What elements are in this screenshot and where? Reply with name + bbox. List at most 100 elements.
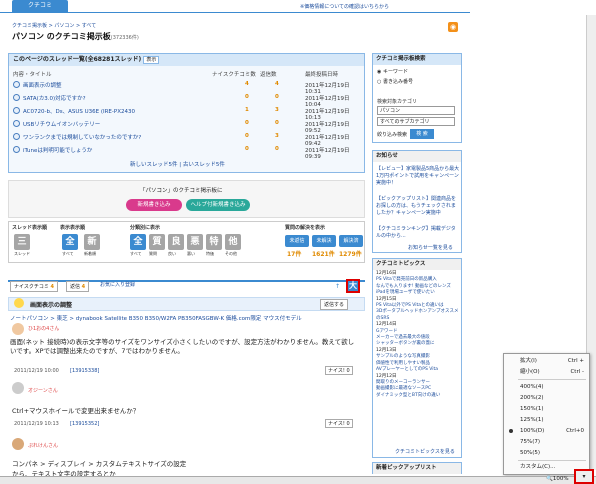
avatar bbox=[12, 438, 24, 450]
topic-item[interactable]: 3DポータブルヘッドホンアンプオススメのSRS bbox=[376, 309, 460, 322]
filter-heading-solved: 質問の解決を表示 bbox=[285, 225, 326, 231]
col-title: 内容・タイトル bbox=[13, 72, 52, 78]
filter-heading-sort: スレッド表示順 bbox=[12, 225, 48, 231]
cat-good-button[interactable]: 良良い bbox=[168, 234, 184, 258]
tab-underline bbox=[0, 12, 470, 13]
post-user[interactable]: ひ1おの4さん bbox=[28, 325, 59, 332]
post-title: 画面表示の調整 bbox=[30, 302, 73, 309]
filter-heading-view: 表示表示順 bbox=[60, 225, 86, 231]
thread-row[interactable]: SATA(カ3.0)対応ですか? 0 0 2011年12月19日 10:04 bbox=[13, 93, 363, 108]
col-date: 最終投稿日時 bbox=[305, 72, 339, 78]
tab-nice[interactable]: ナイスクチコミ 4 bbox=[10, 281, 58, 292]
view-tabs bbox=[8, 268, 365, 282]
cat-all-button[interactable]: 全すべて bbox=[130, 234, 146, 258]
post-id[interactable]: [13915338] bbox=[70, 368, 99, 374]
menu-item-zoom-in[interactable]: 拡大(I) Ctrl + bbox=[520, 356, 588, 367]
menu-item-zoom-out[interactable]: 縮小(O) Ctrl - bbox=[520, 367, 588, 378]
breadcrumb[interactable]: クチコミ掲示板 > パソコン > すべて bbox=[12, 22, 96, 29]
cat-question-button[interactable]: 質質問 bbox=[149, 234, 165, 258]
thread-row[interactable]: iTuneは判明可能でしょうか 0 0 2011年12月19日 09:39 bbox=[13, 145, 363, 160]
thread-row[interactable]: 画面表示の調整 4 4 2011年12月19日 10:31 bbox=[13, 80, 363, 95]
menu-item-75[interactable]: 75%(7) bbox=[520, 437, 588, 448]
menu-divider bbox=[518, 379, 586, 380]
post-date: 2011/12/19 10:13 bbox=[14, 421, 59, 427]
subcategory-select[interactable]: すべてのサブカテゴリ bbox=[377, 117, 455, 126]
cta-text: 「パソコン」のクチコミ掲示板に bbox=[140, 188, 223, 194]
menu-item-125[interactable]: 125%(1) bbox=[520, 415, 588, 426]
post-user[interactable]: ぷれけんさん bbox=[28, 442, 58, 449]
product-path[interactable]: ノートパソコン > 東芝 > dynabook Satellite B350 B… bbox=[10, 314, 364, 322]
filter-heading-category: 分類別に表示 bbox=[130, 225, 161, 231]
unreplied-button[interactable]: 未返信 17件 bbox=[285, 235, 311, 259]
tab-kuchikomi[interactable]: クチコミ bbox=[12, 0, 68, 12]
tab-reply[interactable]: 返信 4 bbox=[66, 281, 90, 292]
topic-item[interactable]: ダイナミック型とBT向けの違い bbox=[376, 393, 460, 399]
thread-row[interactable]: ワンランクまでは規制していなかったのですか? 0 3 2011年12月19日 09:4… bbox=[13, 132, 363, 147]
view-new-button[interactable]: 新新着順 bbox=[84, 234, 100, 258]
news-item[interactable]: 【ピックアップリスト】関連商品をお探しの方は、もうチェックされましたか？キャンペ… bbox=[376, 196, 460, 217]
zoom-dropdown-button[interactable]: ▾ bbox=[574, 469, 594, 484]
nice-button[interactable]: ナイス! 0 bbox=[325, 366, 353, 375]
thread-pager[interactable]: 新しいスレッド5件 | 古いスレッド5件 bbox=[130, 160, 225, 168]
thread-row[interactable]: AC0720-b、Ds、ASUS U36E (IRE-PX2430 1 3 2011年… bbox=[13, 106, 363, 121]
unsolved-button[interactable]: 未解決 1621件 bbox=[312, 235, 338, 259]
menu-divider bbox=[518, 460, 586, 461]
post-user[interactable]: オジーンさん bbox=[28, 387, 58, 394]
question-icon bbox=[14, 298, 24, 308]
status-bar bbox=[0, 476, 596, 484]
cat-bad-button[interactable]: 悪悪い bbox=[187, 234, 203, 258]
sort-thread-button[interactable]: 三スレッド bbox=[14, 234, 30, 258]
view-all-button[interactable]: 全すべて bbox=[62, 234, 78, 258]
news-item[interactable]: 【クチコミランキング】掲載デジタルの中から... bbox=[376, 226, 460, 240]
rss-icon[interactable]: ◉ bbox=[448, 22, 458, 32]
solved-button[interactable]: 解決済 1279件 bbox=[339, 235, 365, 259]
search-word-label: 絞り込み検索 bbox=[377, 132, 408, 138]
radio-keyword[interactable]: ◉ キーワード bbox=[377, 68, 408, 75]
cat-other-button[interactable]: 他その他 bbox=[225, 234, 241, 258]
thread-icon bbox=[13, 146, 20, 153]
up-arrow-icon[interactable]: ↑ bbox=[335, 283, 340, 290]
news-more-link[interactable]: お知らせ一覧を見る bbox=[408, 244, 453, 251]
search-button[interactable]: 検 索 bbox=[410, 129, 434, 139]
news-item[interactable]: 【レビュー】家電製品5商品から最大1万円ポイントで試用をキャンペーン実施中！ bbox=[376, 166, 460, 187]
topics-list: 12月16日 PS Vitaで発売前日の新品購入 なんでも入ります! 動画などのレン… bbox=[376, 271, 460, 399]
col-nice: ナイスクチコミ数 bbox=[212, 72, 256, 78]
post-body: Ctrl+マウスホイールで変更出来ませんか？ bbox=[12, 407, 140, 415]
zoom-menu: 拡大(I) Ctrl + 縮小(O) Ctrl - 400%(4) 200%(2) … bbox=[503, 353, 590, 475]
avatar bbox=[12, 382, 24, 394]
selected-dot-icon bbox=[509, 429, 513, 433]
menu-item-50[interactable]: 50%(5) bbox=[520, 448, 588, 459]
nice-button[interactable]: ナイス! 0 bbox=[325, 419, 353, 428]
category-select[interactable]: パソコン bbox=[377, 106, 455, 115]
thread-icon bbox=[13, 94, 20, 101]
reply-button[interactable]: 返信する bbox=[320, 299, 349, 310]
menu-item-150[interactable]: 150%(1) bbox=[520, 404, 588, 415]
avatar bbox=[12, 323, 24, 335]
thread-list-heading: このページのスレッド一覧(全68281スレッド) 表示 bbox=[9, 54, 364, 66]
thread-icon bbox=[13, 107, 20, 114]
thread-icon bbox=[13, 120, 20, 127]
topics-more-link[interactable]: クチコミトピックスを見る bbox=[395, 448, 455, 455]
menu-item-100[interactable]: 100%(D) Ctrl+0 bbox=[520, 426, 588, 437]
new-post-button[interactable]: 新規書き込み bbox=[126, 199, 182, 211]
text-size-large-button[interactable]: 大 bbox=[346, 279, 360, 293]
favorite-link[interactable]: お気に入り登録 bbox=[100, 281, 135, 288]
zoom-level[interactable]: 🔍100% bbox=[546, 476, 569, 482]
menu-item-200[interactable]: 200%(2) bbox=[520, 393, 588, 404]
radio-writer[interactable]: ○ 書き込み番号 bbox=[377, 78, 413, 85]
thread-icon bbox=[13, 133, 20, 140]
notice-link[interactable]: ※価格情報についての確認はいちらから bbox=[300, 3, 389, 10]
help-post-button[interactable]: ヘルプ付新規書き込み bbox=[186, 199, 250, 211]
menu-item-400[interactable]: 400%(4) bbox=[520, 382, 588, 393]
page-title: パソコン のクチコミ掲示板(372336件) bbox=[12, 32, 139, 41]
toggle-button[interactable]: 表示 bbox=[143, 56, 160, 64]
post-id[interactable]: [13915352] bbox=[70, 421, 99, 427]
thread-row[interactable]: USBリチウムイオンバッテリー 0 0 2011年12月19日 09:52 bbox=[13, 119, 363, 134]
thread-icon bbox=[13, 81, 20, 88]
post-date: 2011/12/19 10:00 bbox=[14, 368, 59, 374]
sidebar-pickup: 新着ピックアップリスト bbox=[372, 462, 462, 474]
post-body: 画面(ネット 接続時)の表示文字等のサイズをワンサイズ小さくしたいのですが、設定… bbox=[10, 338, 355, 355]
cat-deal-button[interactable]: 特特価 bbox=[206, 234, 222, 258]
col-reply: 返信数 bbox=[260, 72, 277, 78]
post-body: コンパネ > ディスプレイ > カスタムテキストサイズの設定 bbox=[12, 460, 187, 468]
